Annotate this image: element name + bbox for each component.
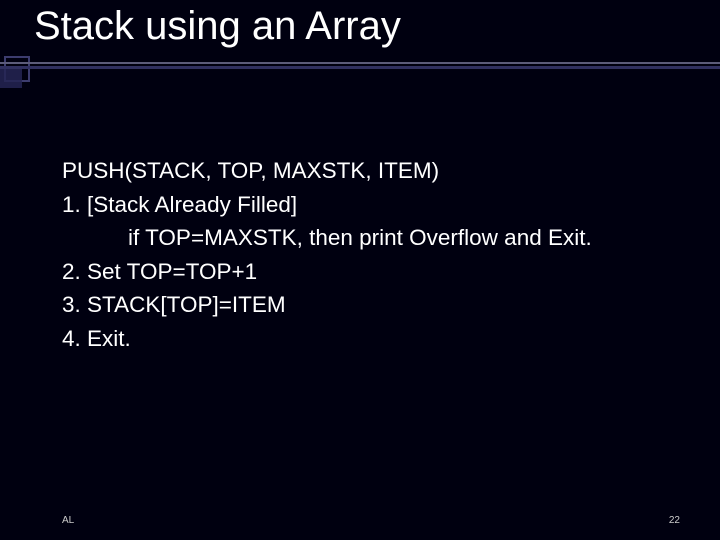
footer-left: AL	[62, 515, 74, 526]
body-line-0: PUSH(STACK, TOP, MAXSTK, ITEM)	[62, 155, 680, 187]
title-underline-thin	[0, 62, 720, 64]
decor-square-fill	[0, 66, 22, 88]
body-line-3: 2. Set TOP=TOP+1	[62, 256, 680, 288]
title-underline-thick	[0, 66, 720, 69]
title-zone: Stack using an Array	[0, 4, 720, 49]
body-line-4: 3. STACK[TOP]=ITEM	[62, 289, 680, 321]
body-line-2: if TOP=MAXSTK, then print Overflow and E…	[62, 222, 680, 254]
body-line-1: 1. [Stack Already Filled]	[62, 189, 680, 221]
slide: Stack using an Array PUSH(STACK, TOP, MA…	[0, 0, 720, 540]
body-line-5: 4. Exit.	[62, 323, 680, 355]
slide-title: Stack using an Array	[34, 4, 401, 48]
slide-body: PUSH(STACK, TOP, MAXSTK, ITEM) 1. [Stack…	[62, 155, 680, 356]
page-number: 22	[669, 515, 680, 526]
